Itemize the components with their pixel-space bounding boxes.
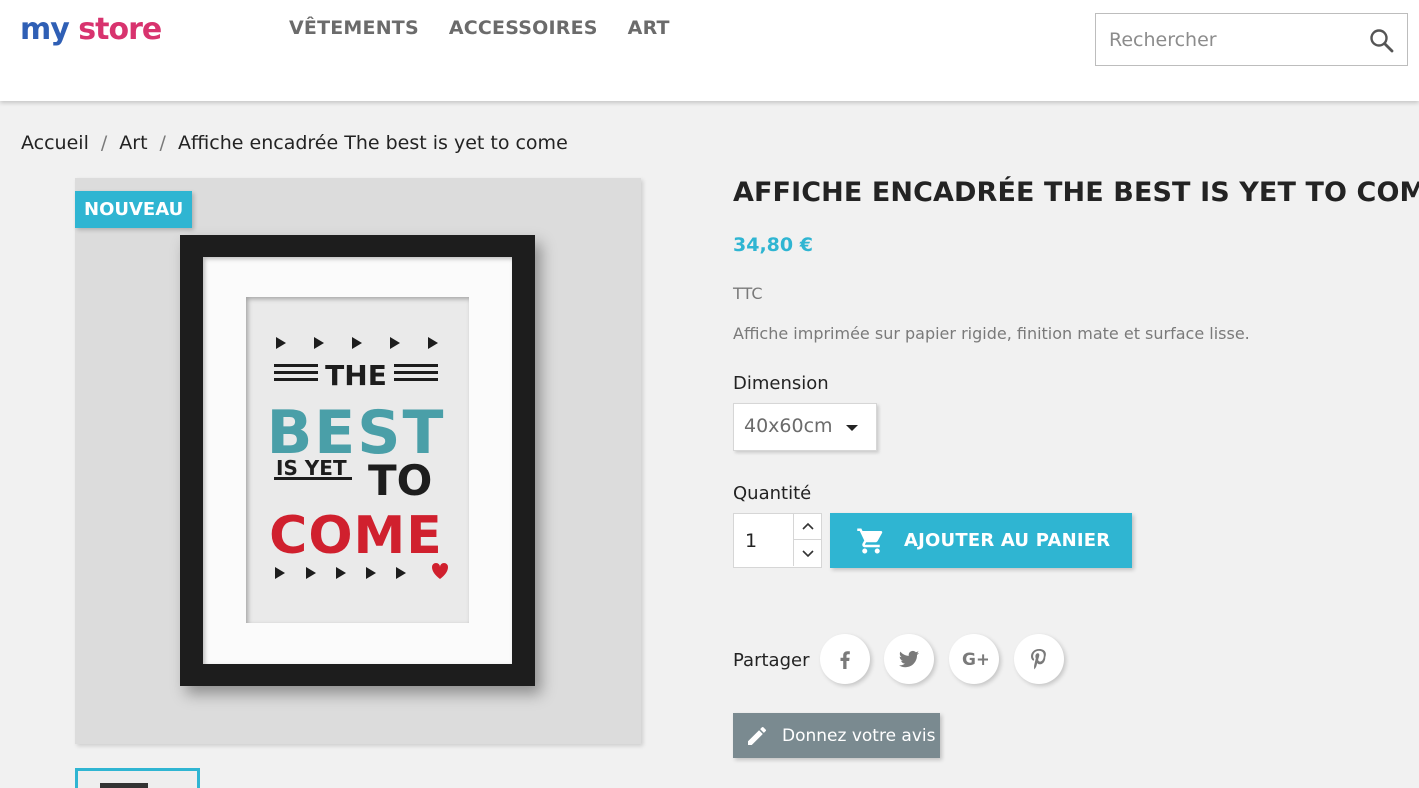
search-icon[interactable]	[1369, 28, 1395, 54]
tax-label: TTC	[733, 284, 763, 303]
logo-word-my: my	[20, 12, 70, 47]
quantity-stepper	[733, 513, 822, 568]
logo-word-store: store	[78, 12, 162, 47]
breadcrumb: Accueil / Art / Affiche encadrée The bes…	[21, 132, 568, 154]
product-image[interactable]: THE BEST IS YET TO COME	[75, 178, 641, 744]
breadcrumb-separator: /	[159, 132, 166, 154]
share-googleplus-button[interactable]: G+	[949, 634, 999, 684]
product-description: Affiche imprimée sur papier rigide, fini…	[733, 324, 1250, 343]
share-facebook-button[interactable]	[820, 634, 870, 684]
poster-print: THE BEST IS YET TO COME	[246, 297, 469, 623]
dimension-label: Dimension	[733, 373, 829, 394]
add-to-cart-button[interactable]: AJOUTER AU PANIER	[830, 513, 1132, 568]
quantity-label: Quantité	[733, 483, 812, 504]
poster-mat: THE BEST IS YET TO COME	[203, 257, 512, 664]
share-pinterest-button[interactable]	[1014, 634, 1064, 684]
facebook-icon	[840, 651, 850, 669]
chevron-down-icon	[846, 425, 858, 431]
product-title: AFFICHE ENCADRÉE THE BEST IS YET TO COME	[733, 177, 1419, 208]
quantity-increase-button[interactable]	[793, 514, 821, 540]
dimension-select[interactable]: 40x60cm	[733, 403, 877, 451]
poster-frame: THE BEST IS YET TO COME	[180, 235, 535, 686]
store-logo[interactable]: my store	[20, 10, 162, 50]
breadcrumb-home[interactable]: Accueil	[21, 132, 89, 154]
svg-text:G+: G+	[962, 650, 988, 670]
new-badge: NOUVEAU	[75, 191, 193, 228]
search-input[interactable]	[1109, 26, 1359, 54]
google-plus-icon: G+	[962, 650, 988, 670]
share-label: Partager	[733, 650, 810, 671]
write-review-label: Donnez votre avis	[782, 725, 936, 746]
twitter-icon	[899, 650, 919, 668]
poster-line-come: COME	[269, 506, 443, 566]
share-twitter-button[interactable]	[884, 634, 934, 684]
nav-item-vetements[interactable]: VÊTEMENTS	[289, 17, 419, 39]
poster-line-the: THE	[325, 359, 387, 392]
quantity-input[interactable]	[734, 514, 793, 567]
pinterest-icon	[1031, 649, 1046, 670]
add-to-cart-label: AJOUTER AU PANIER	[904, 530, 1111, 551]
site-header: my store VÊTEMENTS ACCESSOIRES ART	[0, 0, 1419, 101]
product-price: 34,80 €	[733, 234, 813, 256]
poster-line-isyet: IS YET	[276, 456, 347, 480]
breadcrumb-separator: /	[100, 132, 108, 154]
search-box	[1095, 13, 1408, 66]
nav-item-accessoires[interactable]: ACCESSOIRES	[449, 17, 598, 39]
product-thumbnail[interactable]	[75, 768, 200, 788]
shopping-cart-icon	[857, 528, 883, 553]
write-review-button[interactable]: Donnez votre avis	[733, 713, 940, 758]
main-nav: VÊTEMENTS ACCESSOIRES ART	[289, 17, 670, 39]
poster-line-to: TO	[368, 456, 432, 505]
pencil-icon	[748, 726, 767, 745]
nav-item-art[interactable]: ART	[628, 17, 670, 39]
chevron-up-icon	[802, 522, 814, 530]
thumbnail-preview	[100, 783, 148, 788]
dimension-value: 40x60cm	[744, 415, 833, 437]
poster-artwork: THE BEST IS YET TO COME	[267, 337, 448, 579]
chevron-down-icon	[802, 550, 814, 558]
breadcrumb-art[interactable]: Art	[119, 132, 147, 154]
quantity-decrease-button[interactable]	[793, 540, 821, 566]
breadcrumb-current: Affiche encadrée The best is yet to come	[177, 132, 568, 154]
